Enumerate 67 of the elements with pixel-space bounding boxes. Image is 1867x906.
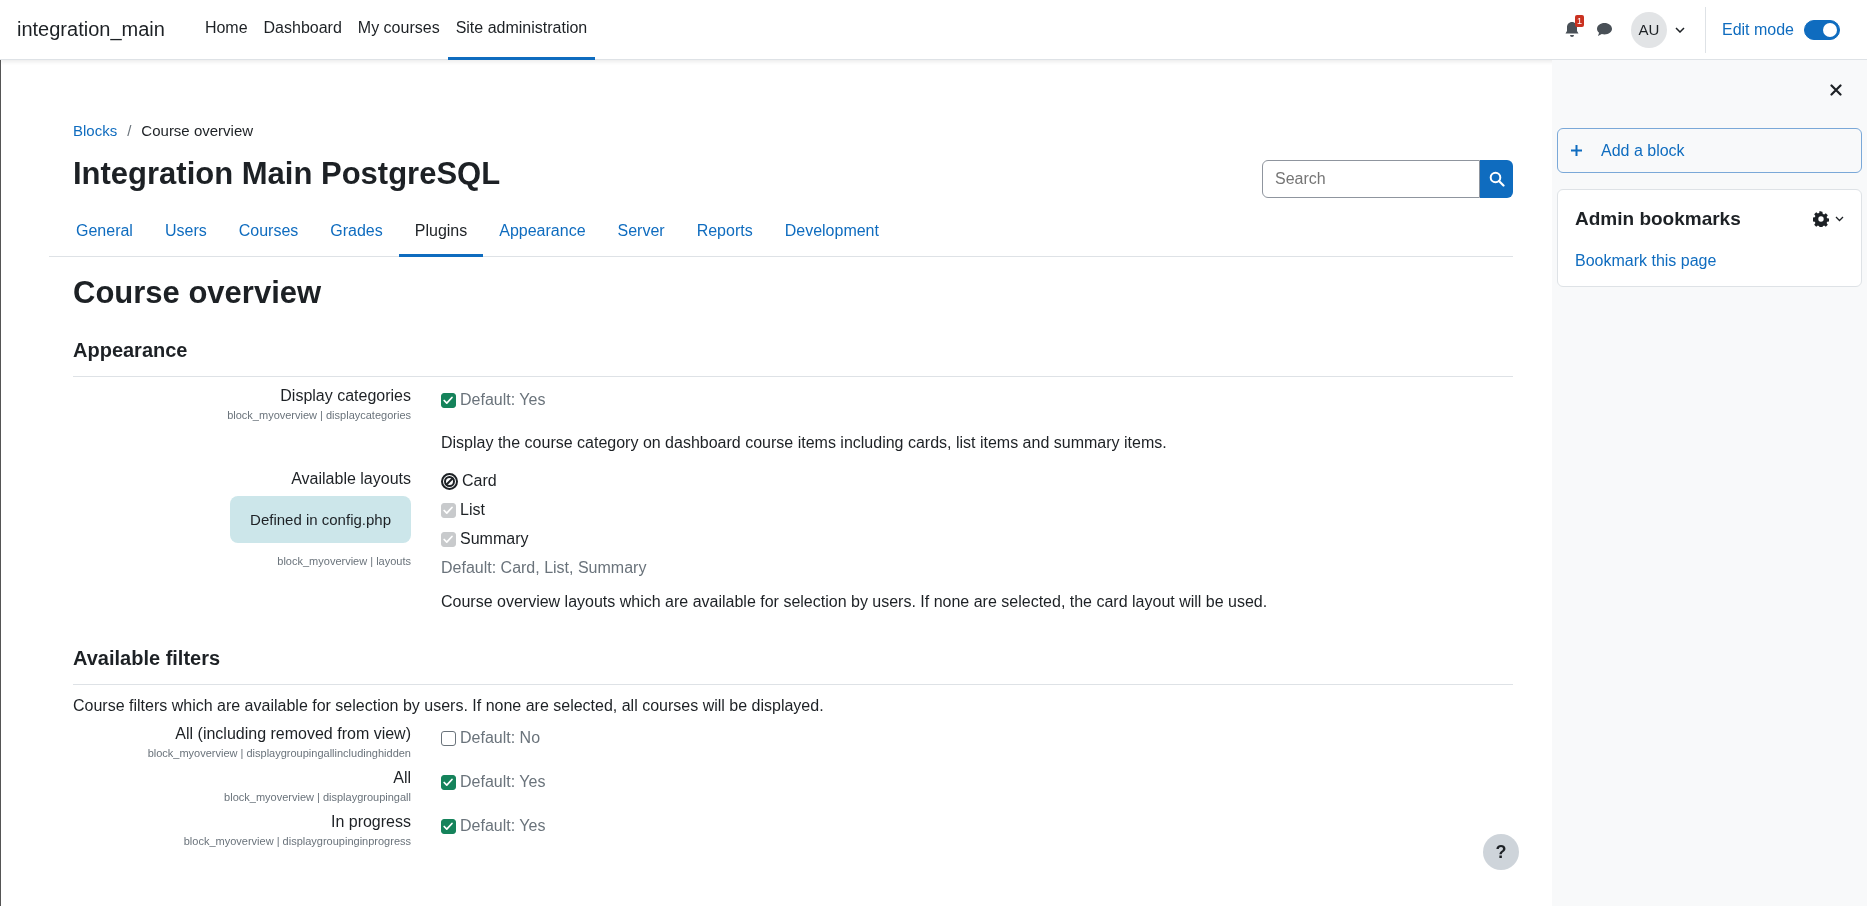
default-text: Default: Yes [460,817,546,835]
edit-mode-label: Edit mode [1721,20,1794,39]
checkbox[interactable] [441,819,456,834]
tab[interactable]: Appearance [483,210,602,257]
settings-icon[interactable] [1813,211,1829,227]
breadcrumb-link[interactable]: Blocks [73,122,118,139]
option-label: Summary [460,530,529,548]
bookmark-link[interactable]: Bookmark this page [1575,252,1717,269]
nav-link[interactable]: Dashboard [255,0,350,60]
tab[interactable]: Grades [314,210,399,257]
nav-link[interactable]: Home [196,0,256,60]
plus-icon [1570,144,1583,157]
page-title: Integration Main PostgreSQL [73,156,501,192]
search-icon [1488,171,1505,187]
group-heading: Available filters [73,647,1513,685]
checkbox[interactable] [441,731,456,746]
setting-label: Display categories [280,387,411,405]
forced-setting-notice: Defined in config.php [230,496,411,543]
user-avatar[interactable]: AU [1630,11,1667,48]
help-button[interactable]: ? [1483,834,1519,870]
group-heading: Appearance [73,339,1513,377]
default-text: Default: Card, List, Summary [441,559,647,577]
tab[interactable]: General [60,210,149,257]
breadcrumb-current: Course overview [141,122,254,139]
close-icon[interactable] [1830,84,1842,96]
site-name[interactable]: integration_main [17,18,165,41]
setting-key: block_myoverview | displaygroupingallincludinghidden [147,747,411,759]
setting-label: In progress [330,813,411,831]
setting-label: Available layouts [291,470,411,488]
option-label: List [460,501,485,519]
default-text: Default: Yes [460,391,546,409]
blocked-icon [441,472,458,490]
default-text: Default: Yes [460,773,546,791]
setting-label: All [393,769,411,787]
search-button[interactable] [1480,160,1513,198]
nav-link[interactable]: Site administration [447,0,596,60]
setting-key: block_myoverview | displaycategories [227,409,411,421]
setting-key: block_myoverview | layouts [277,555,411,567]
caret-icon[interactable] [1835,216,1844,222]
block-title: Admin bookmarks [1575,208,1741,230]
checkbox[interactable] [441,393,456,408]
group-description: Course filters which are available for selection by users. If none are selected, all courses will be displayed. [73,697,825,715]
notification-count: 1 [1574,15,1584,27]
setting-description: Course overview layouts which are available for selection by users. If none are selected, the card layout will be used. [441,593,1268,611]
search-field[interactable]: Search [1262,160,1480,198]
checkbox[interactable] [441,775,456,790]
tab[interactable]: Server [601,210,681,257]
breadcrumb-separator: / [127,122,132,139]
checkbox[interactable] [441,502,456,518]
default-text: Default: No [460,729,541,747]
option-label: Card [462,472,497,490]
setting-description: Display the course category on dashboard course items including cards, list items and summary items. [441,434,1167,452]
tab[interactable]: Development [768,210,895,257]
setting-key: block_myoverview | displaygroupingall [224,791,411,803]
checkbox[interactable] [441,531,456,547]
section-heading: Course overview [73,275,323,311]
edit-mode-toggle[interactable] [1804,19,1840,40]
add-block-button[interactable]: Add a block [1557,128,1862,173]
caret-icon[interactable] [1674,26,1685,33]
tab[interactable]: Reports [680,210,769,257]
nav-link[interactable]: My courses [349,0,448,60]
chat-bubble-icon[interactable] [1595,22,1613,37]
tab[interactable]: Courses [222,210,315,257]
setting-label: All (including removed from view) [175,725,411,743]
tab[interactable]: Users [148,210,223,257]
setting-key: block_myoverview | displaygroupinginprogress [183,835,411,847]
tab[interactable]: Plugins [398,210,484,257]
